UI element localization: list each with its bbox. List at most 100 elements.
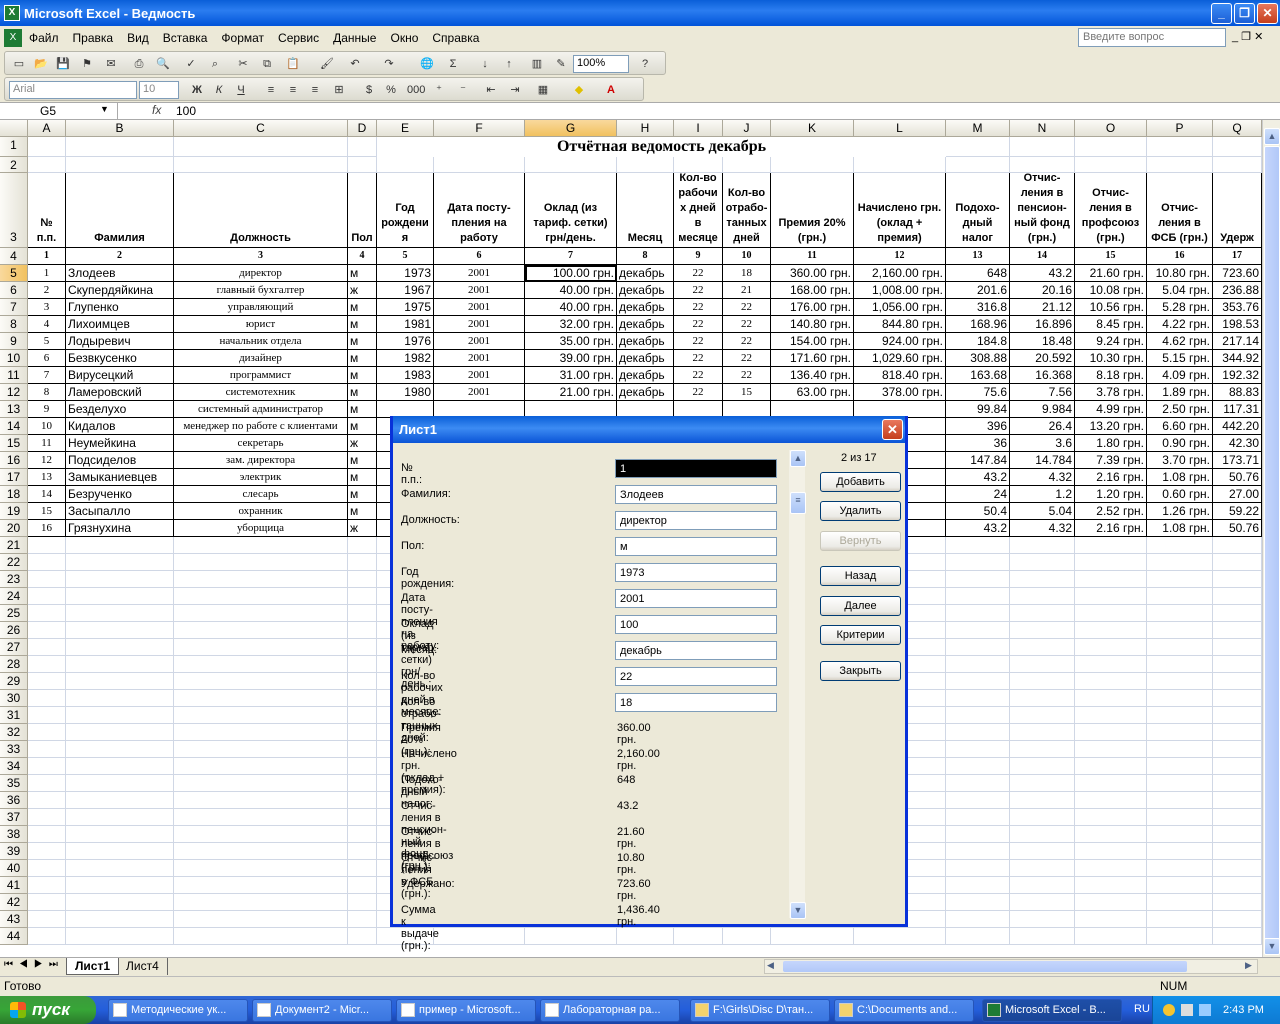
grid-cell[interactable] xyxy=(66,656,174,673)
grid-cell[interactable] xyxy=(348,826,377,843)
table-cell[interactable]: программист xyxy=(174,367,348,384)
table-cell[interactable]: 2001 xyxy=(434,333,525,350)
grid-cell[interactable] xyxy=(1147,877,1213,894)
grid-cell[interactable] xyxy=(946,877,1010,894)
grid-cell[interactable] xyxy=(1213,707,1262,724)
criteria-button[interactable]: Критерии xyxy=(820,625,901,645)
table-cell[interactable]: 1,056.00 грн. xyxy=(854,299,946,316)
grid-cell[interactable] xyxy=(1010,571,1075,588)
table-cell[interactable]: 4.62 грн. xyxy=(1147,333,1213,350)
grid-cell[interactable] xyxy=(1213,877,1262,894)
table-cell[interactable]: 9 xyxy=(28,401,66,418)
grid-cell[interactable] xyxy=(66,809,174,826)
table-cell[interactable]: 1982 xyxy=(377,350,434,367)
grid-cell[interactable] xyxy=(348,911,377,928)
table-cell[interactable]: 50.4 xyxy=(946,503,1010,520)
grid-cell[interactable] xyxy=(28,137,66,157)
table-cell[interactable]: уборщица xyxy=(174,520,348,537)
comma-style-icon[interactable]: 000 xyxy=(407,82,425,98)
table-cell[interactable]: 5.28 грн. xyxy=(1147,299,1213,316)
grid-cell[interactable] xyxy=(348,690,377,707)
row-header[interactable]: 29 xyxy=(0,673,28,690)
grid-cell[interactable] xyxy=(348,741,377,758)
grid-cell[interactable] xyxy=(1010,690,1075,707)
table-cell[interactable]: 43.2 xyxy=(946,520,1010,537)
field-input[interactable]: м xyxy=(615,537,777,556)
grid-cell[interactable] xyxy=(377,157,434,173)
menu-help[interactable]: Справка xyxy=(425,31,486,45)
table-cell[interactable]: 10.30 грн. xyxy=(1075,350,1147,367)
row-header[interactable]: 36 xyxy=(0,792,28,809)
table-cell[interactable]: ж xyxy=(348,520,377,537)
row-header[interactable]: 32 xyxy=(0,724,28,741)
grid-cell[interactable] xyxy=(28,741,66,758)
table-cell[interactable]: 13.20 грн. xyxy=(1075,418,1147,435)
decrease-decimal-icon[interactable]: ⁻ xyxy=(455,82,471,98)
grid-cell[interactable] xyxy=(946,537,1010,554)
table-cell[interactable]: зам. директора xyxy=(174,452,348,469)
sort-desc-icon[interactable]: ↑ xyxy=(501,56,517,72)
grid-cell[interactable] xyxy=(66,707,174,724)
table-cell[interactable]: 39.00 грн. xyxy=(525,350,617,367)
grid-cell[interactable] xyxy=(348,571,377,588)
table-cell[interactable]: 3 xyxy=(28,299,66,316)
table-cell[interactable]: Безделухо xyxy=(66,401,174,418)
column-header[interactable]: I xyxy=(674,120,723,137)
table-cell[interactable]: 2 xyxy=(28,282,66,299)
grid-cell[interactable] xyxy=(348,809,377,826)
table-cell[interactable]: 21 xyxy=(723,282,771,299)
grid-cell[interactable] xyxy=(946,741,1010,758)
grid-cell[interactable] xyxy=(946,605,1010,622)
table-cell[interactable]: 2001 xyxy=(434,282,525,299)
field-input[interactable]: 22 xyxy=(615,667,777,686)
grid-cell[interactable] xyxy=(66,928,174,945)
language-indicator[interactable]: RU xyxy=(1134,1003,1150,1015)
function-icon[interactable]: fx xyxy=(152,103,161,117)
redo-icon[interactable]: ↷ xyxy=(381,56,397,72)
table-cell[interactable]: 818.40 грн. xyxy=(854,367,946,384)
column-header[interactable]: E xyxy=(377,120,434,137)
grid-cell[interactable] xyxy=(946,843,1010,860)
grid-cell[interactable] xyxy=(348,928,377,945)
row-header[interactable]: 19 xyxy=(0,503,28,520)
grid-cell[interactable] xyxy=(348,605,377,622)
grid-cell[interactable] xyxy=(174,622,348,639)
grid-cell[interactable] xyxy=(1010,707,1075,724)
autosum-icon[interactable]: Σ xyxy=(445,56,461,72)
grid-cell[interactable] xyxy=(66,911,174,928)
table-cell[interactable]: 7.56 xyxy=(1010,384,1075,401)
table-cell[interactable]: Лодыревич xyxy=(66,333,174,350)
grid-cell[interactable] xyxy=(723,157,771,173)
row-header[interactable]: 12 xyxy=(0,384,28,401)
table-cell[interactable]: 353.76 xyxy=(1213,299,1262,316)
grid-cell[interactable] xyxy=(1075,877,1147,894)
grid-cell[interactable] xyxy=(1010,775,1075,792)
column-header[interactable]: H xyxy=(617,120,674,137)
grid-cell[interactable] xyxy=(28,843,66,860)
grid-cell[interactable] xyxy=(66,137,174,157)
task-item-2[interactable]: Документ2 - Micr... xyxy=(252,999,392,1022)
table-cell[interactable]: 16 xyxy=(28,520,66,537)
table-cell[interactable]: 1.2 xyxy=(1010,486,1075,503)
record-next-icon[interactable]: ▼ xyxy=(790,902,806,919)
grid-cell[interactable] xyxy=(854,157,946,173)
row-header[interactable]: 2 xyxy=(0,157,28,173)
grid-cell[interactable] xyxy=(1147,911,1213,928)
grid-cell[interactable] xyxy=(66,724,174,741)
table-cell[interactable]: Вирусецкий xyxy=(66,367,174,384)
grid-cell[interactable] xyxy=(1147,554,1213,571)
grid-cell[interactable] xyxy=(434,928,525,945)
grid-cell[interactable] xyxy=(1075,707,1147,724)
grid-cell[interactable] xyxy=(174,809,348,826)
next-button[interactable]: Далее xyxy=(820,596,901,616)
table-cell[interactable]: декабрь xyxy=(617,299,674,316)
table-cell[interactable]: 136.40 грн. xyxy=(771,367,854,384)
scroll-thumb[interactable] xyxy=(1264,146,1280,946)
align-center-icon[interactable]: ≡ xyxy=(285,82,301,98)
grid-cell[interactable] xyxy=(28,656,66,673)
table-cell[interactable]: м xyxy=(348,265,377,282)
row-header[interactable]: 21 xyxy=(0,537,28,554)
row-header[interactable]: 37 xyxy=(0,809,28,826)
row-header[interactable]: 27 xyxy=(0,639,28,656)
table-cell[interactable]: 154.00 грн. xyxy=(771,333,854,350)
